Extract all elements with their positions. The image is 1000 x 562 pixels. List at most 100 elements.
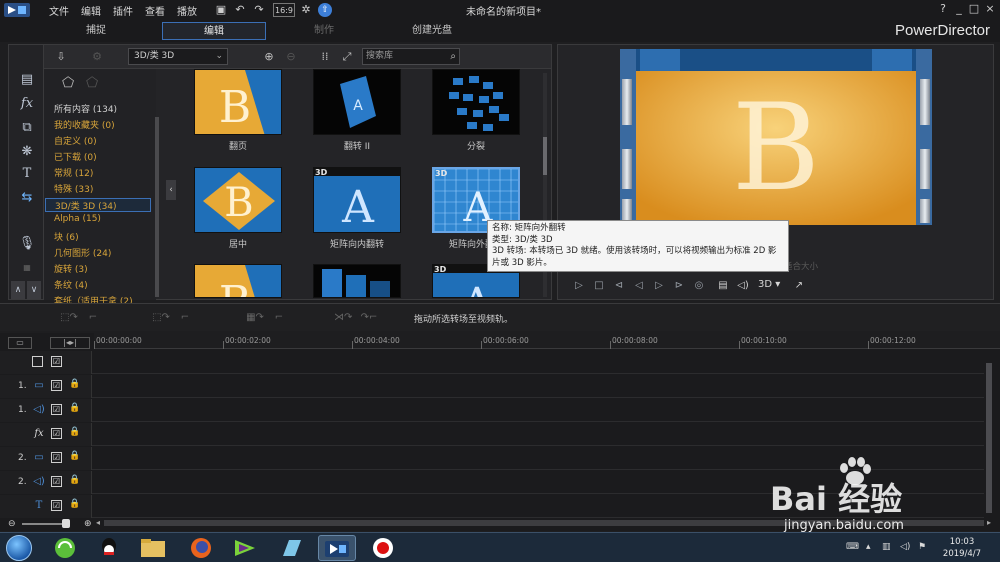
timeline-ruler[interactable]: 00:00:00:00 00:00:02:00 00:00:04:00 00:00:0… (94, 333, 1000, 349)
lock-icon[interactable]: 🔒 (69, 403, 80, 415)
timeline-track[interactable]: 1. ▭ ☑ 🔒 (0, 375, 984, 398)
volume-tray-icon[interactable]: ◁) (900, 542, 910, 552)
search-input[interactable]: 搜索库 ⌕ (362, 48, 460, 65)
import-icon[interactable]: ⇩ (54, 50, 68, 64)
minimize-button[interactable]: _ (952, 2, 966, 16)
zoom-slider-handle[interactable] (62, 519, 70, 528)
close-button[interactable]: × (983, 2, 997, 16)
track-enable-checkbox[interactable]: ☑ (51, 356, 62, 367)
particle-room-icon[interactable]: ❋ (16, 143, 38, 161)
category-item[interactable]: 几何图形 (24) (54, 246, 111, 259)
system-clock[interactable]: 10:03 2019/4/7 (932, 536, 992, 560)
lock-icon[interactable]: 🔒 (69, 451, 80, 463)
expand-up-icon[interactable]: ∧ (11, 281, 25, 299)
transition-thumbnail[interactable] (313, 264, 401, 298)
tab-produce[interactable]: 制作 (272, 22, 376, 40)
track-enable-checkbox[interactable]: ☑ (51, 428, 62, 439)
stop-icon[interactable]: □ (592, 279, 606, 293)
3d-mode-button[interactable]: 3D ▾ (758, 279, 780, 290)
timeline-horizontal-scrollbar[interactable] (104, 520, 984, 526)
fit-view-icon[interactable]: ⤢ (340, 50, 354, 64)
track-enable-checkbox[interactable]: ☑ (51, 500, 62, 511)
storyboard-view-icon[interactable]: ▭ (8, 337, 32, 349)
start-button[interactable] (6, 535, 32, 561)
transition-thumbnail[interactable]: A 3D (313, 167, 401, 233)
transition-thumbnail[interactable]: B (194, 167, 282, 233)
lock-icon[interactable]: 🔒 (69, 475, 80, 487)
redo-icon[interactable]: ↷ (252, 3, 266, 17)
chapter-room-icon[interactable]: ▦ (16, 259, 38, 277)
tab-create-disc[interactable]: 创建光盘 (380, 22, 484, 40)
tab-edit[interactable]: 编辑 (162, 22, 266, 40)
transition-thumbnail[interactable]: A (313, 69, 401, 135)
upgrade-icon[interactable]: ⇧ (318, 3, 332, 17)
timeline-track[interactable]: fx ☑ 🔒 (0, 423, 984, 446)
next-frame-icon[interactable]: ⊳ (672, 279, 686, 293)
file-explorer-icon[interactable] (134, 535, 172, 561)
timeline-track[interactable]: ☑ (0, 351, 984, 374)
transition-room-icon[interactable]: ⇆ (16, 189, 38, 207)
category-item[interactable]: 自定义 (0) (54, 134, 97, 147)
timeline-track[interactable]: 1. ◁) ☑ 🔒 (0, 399, 984, 422)
menu-view[interactable]: 查看 (145, 3, 165, 18)
restore-button[interactable]: □ (967, 2, 981, 16)
category-select[interactable]: 3D/类 3D ⌄ (128, 48, 228, 65)
category-item[interactable]: 常规 (12) (54, 166, 93, 179)
grid-view-icon[interactable]: ⁞⁞ (318, 50, 332, 64)
track-enable-checkbox[interactable]: ☑ (51, 380, 62, 391)
track-enable-checkbox[interactable]: ☑ (51, 476, 62, 487)
subtitle-icon[interactable]: ▤ (716, 279, 730, 293)
media-room-icon[interactable]: ▤ (16, 71, 38, 89)
keyboard-icon[interactable]: ⌨ (846, 542, 859, 552)
collapse-panel-button[interactable]: ‹ (166, 180, 176, 200)
scroll-right-icon[interactable]: ▸ (987, 518, 991, 527)
select-all-checkbox[interactable] (32, 356, 43, 367)
category-scrollbar[interactable] (155, 117, 159, 297)
aspect-ratio-icon[interactable]: 16:9 (273, 3, 295, 17)
timeline-track[interactable]: T ☑ 🔒 (0, 495, 984, 518)
play-icon[interactable]: ▷ (572, 279, 586, 293)
network-icon[interactable]: ▥ (882, 542, 891, 552)
category-item[interactable]: 条纹 (4) (54, 278, 88, 291)
scroll-left-icon[interactable]: ◂ (96, 518, 100, 527)
category-item[interactable]: 所有内容 (134) (54, 102, 117, 115)
voice-record-icon[interactable]: 🎙 (16, 235, 38, 253)
firefox-icon[interactable] (182, 535, 220, 561)
pip-room-icon[interactable]: ⧉ (16, 119, 38, 137)
track-enable-checkbox[interactable]: ☑ (51, 452, 62, 463)
screen-record-icon[interactable] (364, 535, 402, 561)
media-app-icon[interactable] (226, 535, 264, 561)
tag-add-icon[interactable]: ⬠ (62, 75, 74, 91)
add-to-favorites-icon[interactable]: ⊕ (262, 50, 276, 64)
menu-file[interactable]: 文件 (49, 3, 69, 18)
category-item[interactable]: 3D/类 3D (34) (45, 198, 151, 212)
previous-frame-icon[interactable]: ⊲ (612, 279, 626, 293)
powerdvd-icon[interactable] (272, 535, 310, 561)
category-item[interactable]: Alpha (15) (54, 214, 101, 224)
menu-edit[interactable]: 编辑 (81, 3, 101, 18)
transition-thumbnail[interactable]: B (194, 69, 282, 135)
zoom-in-icon[interactable]: ⊕ (84, 519, 92, 529)
preview-screen[interactable]: B (620, 49, 932, 225)
transition-thumbnail[interactable] (432, 69, 520, 135)
timeline-vertical-scrollbar[interactable] (986, 363, 992, 513)
category-item[interactable]: 旋转 (3) (54, 262, 88, 275)
menu-plugins[interactable]: 插件 (113, 3, 133, 18)
tray-up-icon[interactable]: ▴ (866, 542, 871, 552)
fx-room-icon[interactable]: fx (16, 95, 38, 113)
qq-icon[interactable] (90, 535, 128, 561)
title-room-icon[interactable]: T (16, 165, 38, 183)
timeline-view-icon[interactable]: |◂▸| (50, 337, 90, 349)
step-forward-icon[interactable]: ▷ (652, 279, 666, 293)
tab-capture[interactable]: 捕捉 (40, 22, 152, 40)
app-360-icon[interactable] (46, 535, 84, 561)
save-icon[interactable]: ▣ (214, 3, 228, 17)
zoom-out-icon[interactable]: ⊖ (8, 519, 16, 529)
help-button[interactable]: ? (936, 2, 950, 16)
step-back-icon[interactable]: ◁ (632, 279, 646, 293)
settings-icon[interactable]: ✲ (299, 3, 313, 17)
flag-icon[interactable]: ⚑ (918, 542, 926, 552)
undock-icon[interactable]: ↗ (792, 279, 806, 293)
category-item[interactable]: 我的收藏夹 (0) (54, 118, 115, 131)
timeline-track[interactable]: 2. ◁) ☑ 🔒 (0, 471, 984, 494)
